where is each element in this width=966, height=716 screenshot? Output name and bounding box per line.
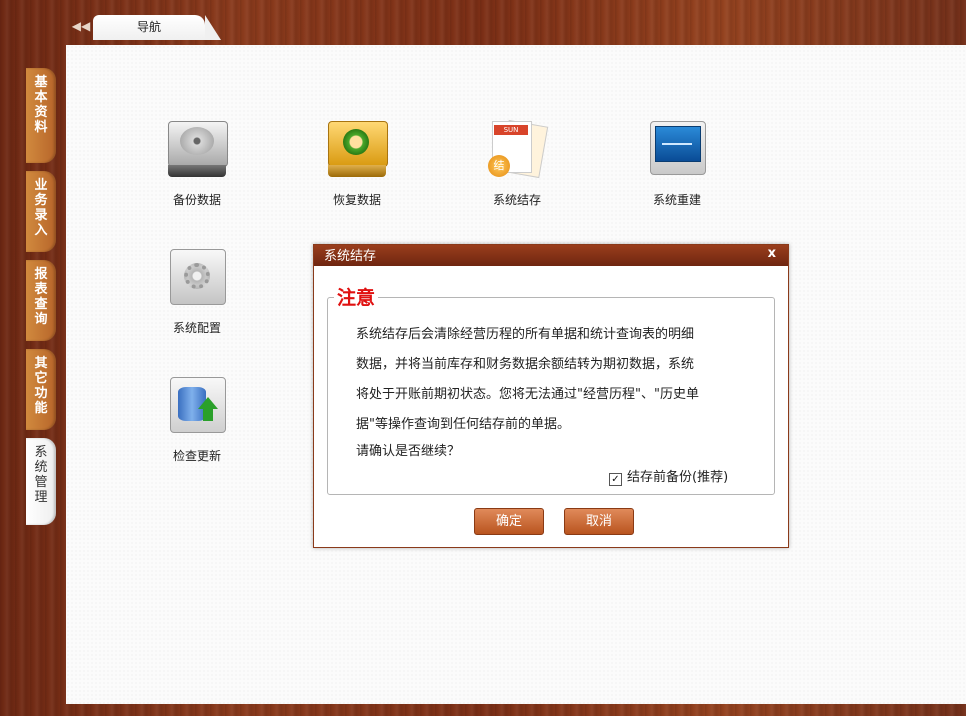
- notice-group: 注意 系统结存后会清除经营历程的所有单据和统计查询表的明细 数据，并将当前库存和…: [327, 288, 775, 495]
- side-tab-report-query[interactable]: 报表查询: [26, 260, 56, 341]
- tile-label: 检查更新: [172, 449, 221, 463]
- tile-label: 备份数据: [172, 193, 221, 207]
- monitor-icon: [646, 119, 708, 181]
- side-tab-business-entry[interactable]: 业务录入: [26, 171, 56, 252]
- message-line: 据"等操作查询到任何结存前的单据。: [356, 417, 570, 432]
- tile-label: 系统配置: [172, 321, 221, 335]
- side-tab-basic-info[interactable]: 基本资料: [26, 68, 56, 163]
- tab-navigation[interactable]: 导航: [93, 15, 221, 40]
- side-tab-other-functions[interactable]: 其它功能: [26, 349, 56, 430]
- side-tab-bar: 基本资料 业务录入 报表查询 其它功能 系统管理: [26, 68, 58, 533]
- backup-before-settle-checkbox[interactable]: ✓ 结存前备份(推荐): [609, 466, 728, 486]
- tile-system-settlement[interactable]: SUN 结 系统结存: [462, 119, 572, 208]
- tile-label: 系统结存: [492, 193, 541, 207]
- tile-restore-data[interactable]: 恢复数据: [302, 119, 412, 208]
- gear-icon: [166, 247, 228, 309]
- message-line: 数据，并将当前库存和财务数据余额结转为期初数据，系统: [356, 357, 695, 372]
- side-tab-label: 报表查询: [34, 267, 48, 327]
- tile-system-rebuild[interactable]: 系统重建: [622, 119, 732, 208]
- settlement-document-icon: SUN 结: [486, 119, 549, 181]
- database-update-icon: [166, 375, 228, 437]
- tile-system-config[interactable]: 系统配置: [142, 247, 252, 336]
- restore-icon: [326, 119, 388, 181]
- close-icon[interactable]: x: [768, 245, 776, 263]
- side-tab-label: 业务录入: [34, 178, 48, 238]
- notice-heading: 注意: [334, 288, 379, 308]
- checkbox-label: 结存前备份(推荐): [627, 470, 729, 485]
- dialog-title: 系统结存: [324, 249, 377, 264]
- ok-button[interactable]: 确定: [474, 508, 544, 535]
- side-tab-label: 其它功能: [34, 356, 48, 416]
- side-tab-system-management[interactable]: 系统管理: [26, 438, 56, 525]
- side-tab-label: 系统管理: [34, 445, 48, 505]
- cancel-button[interactable]: 取消: [564, 508, 634, 535]
- notice-message: 系统结存后会清除经营历程的所有单据和统计查询表的明细 数据，并将当前库存和财务数…: [356, 320, 756, 440]
- message-line: 系统结存后会清除经营历程的所有单据和统计查询表的明细: [356, 327, 695, 342]
- message-line: 将处于开账前期初状态。您将无法通过"经营历程"、"历史单: [356, 387, 699, 402]
- side-tab-label: 基本资料: [34, 75, 48, 135]
- checkbox-checked-icon[interactable]: ✓: [609, 473, 622, 486]
- tile-backup-data[interactable]: 备份数据: [142, 119, 252, 208]
- confirm-prompt: 请确认是否继续？: [356, 444, 461, 459]
- tile-label: 恢复数据: [332, 193, 381, 207]
- settlement-dialog: 系统结存 x 注意 系统结存后会清除经营历程的所有单据和统计查询表的明细 数据，…: [313, 244, 789, 548]
- hard-disk-icon: [166, 119, 228, 181]
- dialog-title-bar: 系统结存 x: [314, 245, 788, 266]
- collapse-nav-icon[interactable]: ◀◀: [71, 16, 91, 36]
- tile-check-update[interactable]: 检查更新: [142, 375, 252, 464]
- tile-label: 系统重建: [652, 193, 701, 207]
